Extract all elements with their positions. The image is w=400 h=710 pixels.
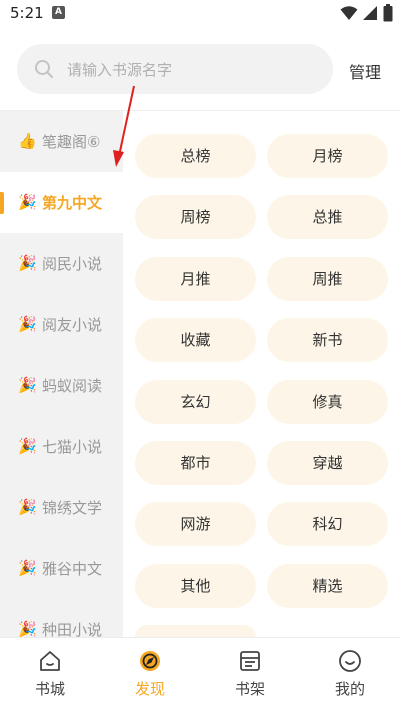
search-placeholder[interactable]: 请输入书源名字	[67, 59, 172, 80]
profile-icon	[339, 650, 361, 672]
sidebar-item-mayi[interactable]: 🎉 蚂蚁阅读	[0, 355, 123, 416]
sidebar-item-label: 阅民小说	[42, 255, 103, 273]
category-tag[interactable]: 月推	[135, 257, 256, 301]
sidebar-item-label: 种田小说	[42, 621, 103, 637]
bookshelf-icon	[240, 651, 260, 671]
party-popper-icon: 🎉	[18, 254, 37, 272]
bottom-nav: 书城 发现 书架 我的	[0, 637, 400, 710]
nav-label: 书城	[34, 680, 65, 698]
category-tag-partial[interactable]	[135, 625, 256, 637]
sidebar-item-yueyou[interactable]: 🎉 阅友小说	[0, 294, 123, 355]
party-popper-icon: 🎉	[18, 437, 37, 455]
signal-icon	[363, 6, 377, 20]
nav-label: 书架	[234, 680, 265, 698]
sidebar-item-label: 七猫小说	[42, 438, 103, 456]
category-tag[interactable]: 穿越	[267, 441, 388, 485]
wifi-icon	[340, 6, 358, 20]
party-popper-icon: 🎉	[18, 315, 37, 333]
category-tag[interactable]: 修真	[267, 380, 388, 424]
party-popper-icon: 🎉	[18, 559, 37, 577]
sidebar-item-label: 笔趣阁⑥	[42, 133, 101, 151]
sidebar-item-qimao[interactable]: 🎉 七猫小说	[0, 416, 123, 477]
source-sidebar[interactable]: 👍 笔趣阁⑥ 🎉 第九中文 🎉 阅民小说 🎉 阅友小说 🎉 蚂蚁阅读 🎉 七猫小…	[0, 111, 123, 637]
sidebar-item-yagu[interactable]: 🎉 雅谷中文	[0, 538, 123, 599]
category-tag[interactable]: 新书	[267, 318, 388, 362]
discover-icon	[140, 651, 160, 671]
category-tag[interactable]: 周推	[267, 257, 388, 301]
category-tag[interactable]: 总推	[267, 195, 388, 239]
sidebar-item-dijiu[interactable]: 🎉 第九中文	[0, 172, 123, 233]
sidebar-item-jinxiu[interactable]: 🎉 锦绣文学	[0, 477, 123, 538]
notification-a-icon: A	[52, 6, 65, 19]
sidebar-item-biquge[interactable]: 👍 笔趣阁⑥	[0, 111, 123, 172]
category-tag[interactable]: 精选	[267, 564, 388, 608]
party-popper-icon: 🎉	[18, 498, 37, 516]
category-tag[interactable]: 月榜	[267, 134, 388, 178]
nav-item-bookstore[interactable]: 书城	[0, 638, 100, 710]
category-tag[interactable]: 总榜	[135, 134, 256, 178]
category-tag[interactable]: 网游	[135, 502, 256, 546]
home-icon	[40, 651, 60, 671]
status-bar: 5:21 A	[0, 0, 400, 28]
category-tag[interactable]: 都市	[135, 441, 256, 485]
sidebar-item-yuemin[interactable]: 🎉 阅民小说	[0, 233, 123, 294]
sidebar-item-label: 雅谷中文	[42, 560, 103, 578]
nav-label: 发现	[134, 680, 165, 698]
search-bar[interactable]: 请输入书源名字	[17, 44, 333, 94]
nav-item-discover[interactable]: 发现	[100, 638, 200, 710]
sidebar-item-zhongtian[interactable]: 🎉 种田小说	[0, 599, 123, 637]
party-popper-icon: 🎉	[18, 620, 37, 637]
category-tag[interactable]: 周榜	[135, 195, 256, 239]
sidebar-item-label: 第九中文	[42, 194, 103, 212]
party-popper-icon: 🎉	[18, 193, 37, 211]
nav-item-bookshelf[interactable]: 书架	[200, 638, 300, 710]
nav-item-profile[interactable]: 我的	[300, 638, 400, 710]
search-icon	[35, 60, 53, 78]
category-tag[interactable]: 其他	[135, 564, 256, 608]
status-time: 5:21	[10, 4, 44, 22]
sidebar-item-label: 锦绣文学	[42, 499, 103, 517]
category-tag[interactable]: 科幻	[267, 502, 388, 546]
thumbs-up-icon: 👍	[18, 132, 37, 150]
party-popper-icon: 🎉	[18, 376, 37, 394]
sidebar-item-label: 阅友小说	[42, 316, 103, 334]
nav-label: 我的	[334, 680, 365, 698]
category-tag[interactable]: 收藏	[135, 318, 256, 362]
sidebar-item-label: 蚂蚁阅读	[42, 377, 103, 395]
active-indicator	[0, 192, 4, 214]
battery-icon	[383, 4, 393, 22]
manage-button[interactable]: 管理	[349, 59, 381, 83]
category-tag[interactable]: 玄幻	[135, 380, 256, 424]
